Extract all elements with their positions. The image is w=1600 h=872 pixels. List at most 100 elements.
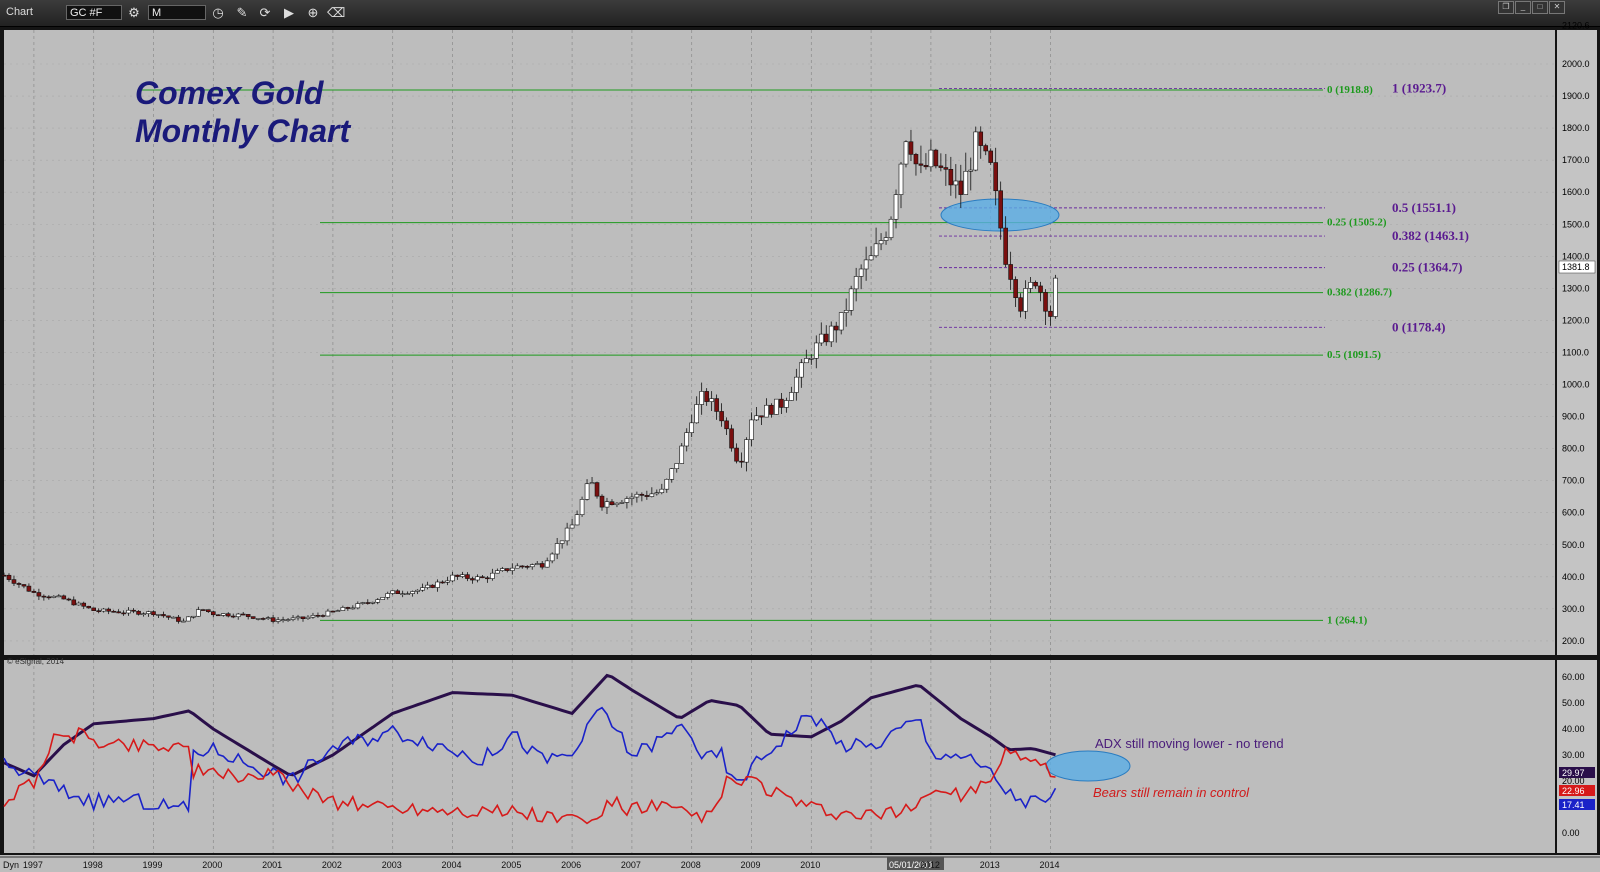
chart-title-line2: Monthly Chart: [135, 113, 351, 149]
price-tick-label: 1800.0: [1562, 123, 1590, 133]
candle-body: [599, 495, 605, 508]
candle-body: [689, 422, 695, 433]
candle-body: [186, 616, 191, 622]
time-tick-label: 2004: [442, 860, 462, 870]
price-tick-label: 600.0: [1562, 508, 1585, 518]
candle-body: [275, 619, 281, 622]
candle-body: [116, 611, 121, 614]
fib-purple-label: 0.382 (1463.1): [1392, 228, 1469, 243]
candle-body: [280, 619, 286, 621]
candle-body: [405, 593, 410, 595]
candle-body: [574, 514, 580, 526]
candle-body: [549, 553, 555, 562]
candle-body: [823, 333, 829, 343]
candle-body: [928, 149, 934, 168]
candle-body: [21, 584, 27, 587]
candle-body: [744, 439, 749, 463]
time-tick-label: 1997: [23, 860, 43, 870]
time-tick-label: 2000: [202, 860, 222, 870]
candle-body: [918, 163, 924, 166]
candle-body: [764, 404, 769, 418]
fib-purple-label: 0.5 (1551.1): [1392, 200, 1456, 215]
candle-body: [519, 565, 525, 568]
candle-body: [46, 596, 52, 599]
candle-body: [898, 163, 904, 195]
price-tick-label: 2000.0: [1562, 59, 1590, 69]
price-tick-label: 800.0: [1562, 444, 1585, 454]
candle-body: [450, 574, 455, 582]
candle-body: [146, 611, 151, 614]
candle-body: [435, 581, 440, 588]
time-tick-label: 2007: [621, 860, 641, 870]
candle-body: [883, 237, 889, 241]
fib-green-label: 0.5 (1091.5): [1327, 349, 1381, 361]
candle-body: [375, 599, 381, 603]
fib-green-label: 0.382 (1286.7): [1327, 287, 1392, 299]
candle-body: [993, 162, 998, 192]
candle-body: [81, 602, 87, 607]
fib-purple-label: 1 (1923.7): [1392, 80, 1446, 95]
candle-body: [1023, 288, 1028, 312]
candle-body: [784, 400, 789, 408]
candle-body: [1053, 277, 1058, 317]
candle-body: [624, 498, 630, 503]
price-tick-label: 1500.0: [1562, 219, 1590, 229]
candle-body: [664, 479, 670, 490]
candle-body: [245, 614, 251, 617]
time-tick-label: 2014: [1040, 860, 1060, 870]
plus-di-value-label: 17.41: [1562, 800, 1585, 810]
candle-body: [799, 362, 804, 378]
adx-value-label: 29.97: [1562, 768, 1585, 778]
candle-body: [460, 574, 465, 577]
candle-body: [430, 584, 435, 588]
candle-body: [445, 580, 450, 583]
candle-body: [475, 576, 480, 581]
candle-body: [923, 165, 929, 168]
candle-body: [769, 404, 774, 415]
candle-body: [634, 493, 640, 498]
candle-body: [106, 608, 111, 612]
price-tick-label: 1000.0: [1562, 380, 1590, 390]
candle-body: [853, 276, 859, 290]
candle-body: [609, 501, 615, 506]
candle-body: [534, 563, 540, 565]
candle-body: [978, 131, 984, 146]
candle-body: [235, 613, 241, 618]
candle-body: [255, 618, 261, 620]
candle-body: [908, 141, 914, 155]
candle-body: [365, 602, 371, 604]
candle-body: [749, 419, 754, 440]
price-tick-label: 1900.0: [1562, 91, 1590, 101]
fib-purple-label: 0 (1178.4): [1392, 319, 1445, 334]
candle-body: [679, 445, 685, 464]
candle-body: [300, 616, 306, 619]
candle-body: [719, 411, 724, 422]
time-tick-label[interactable]: Dyn: [3, 860, 19, 870]
candle-body: [91, 607, 96, 611]
candle-body: [988, 150, 994, 163]
candle-body: [913, 154, 919, 165]
candle-body: [699, 391, 704, 405]
candle-body: [420, 587, 425, 591]
candle-body: [734, 447, 739, 462]
candle-body: [674, 463, 680, 469]
candle-body: [1033, 282, 1038, 287]
candle-body: [639, 493, 645, 496]
time-tick-label: 2003: [382, 860, 402, 870]
candle-body: [176, 616, 181, 622]
candle-body: [196, 609, 201, 617]
candle-body: [385, 593, 391, 598]
candle-body: [963, 170, 969, 195]
candle-body: [465, 574, 470, 579]
candle-body: [325, 610, 331, 617]
candle-body: [893, 194, 899, 220]
candle-body: [579, 499, 585, 515]
candle-body: [604, 501, 610, 508]
candle-body: [694, 404, 699, 424]
candle-body: [305, 616, 311, 619]
candle-body: [933, 149, 939, 167]
candle-body: [1018, 297, 1023, 312]
candle-body: [31, 590, 37, 593]
price-tick-label: 1600.0: [1562, 187, 1590, 197]
candle-body: [340, 607, 346, 611]
